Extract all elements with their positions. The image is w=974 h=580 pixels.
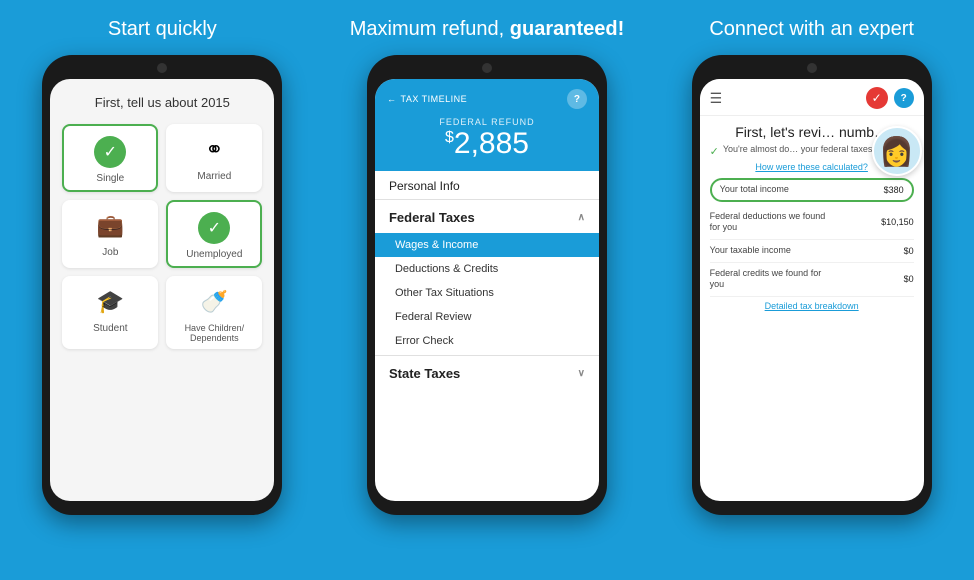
column-2-title: Maximum refund, guaranteed!: [350, 18, 625, 41]
column-start-quickly: Start quickly First, tell us about 2015 …: [2, 0, 322, 515]
grad-icon: 🎓: [94, 286, 126, 318]
deductions-credits-item[interactable]: Deductions & Credits: [375, 257, 599, 281]
phone-3: ☰ ✓ ? 👩 First, let's revi… numb… ✓ You'r…: [692, 55, 932, 515]
review-row-taxable-income: Your taxable income $0: [710, 240, 914, 263]
refund-amount: $2,885: [387, 129, 587, 159]
review-row-deductions: Federal deductions we found for you $10,…: [710, 206, 914, 240]
total-income-value: $380: [884, 185, 904, 195]
review-row-total-income: Your total income $380: [710, 178, 914, 202]
refund-label: FEDERAL REFUND: [387, 117, 587, 127]
timeline-personal-info[interactable]: Personal Info: [375, 171, 599, 197]
status-label-unemployed: Unemployed: [186, 249, 242, 260]
rings-icon: ⚭: [198, 134, 230, 166]
header-icons: ✓ ?: [866, 87, 914, 109]
nav-back-label: TAX TIMELINE: [400, 94, 467, 104]
phone-2-screen: ← TAX TIMELINE ? FEDERAL REFUND $2,885 P…: [375, 79, 599, 501]
check-icon-unemployed: ✓: [198, 212, 230, 244]
refund-symbol: $: [445, 129, 454, 146]
phone-3-body: 👩 First, let's revi… numb… ✓ You're almo…: [700, 116, 924, 501]
phone-1-camera: [157, 63, 167, 73]
help-button-2[interactable]: ?: [894, 88, 914, 108]
expert-avatar: 👩: [872, 126, 922, 176]
total-income-label: Your total income: [720, 184, 789, 196]
status-grid: ✓ Single ⚭ Married 💼 Job ✓ Unemployed: [62, 124, 262, 349]
status-label-single: Single: [96, 173, 124, 184]
federal-taxes-header[interactable]: Federal Taxes ∧: [375, 202, 599, 233]
chevron-down-icon: ∨: [578, 368, 585, 379]
status-card-job[interactable]: 💼 Job: [62, 200, 158, 268]
briefcase-icon: 💼: [94, 210, 126, 242]
chevron-up-icon: ∧: [578, 212, 585, 223]
column-3-title: Connect with an expert: [709, 18, 914, 41]
deductions-value: $10,150: [881, 217, 914, 227]
other-tax-item[interactable]: Other Tax Situations: [375, 281, 599, 305]
wages-income-item[interactable]: Wages & Income: [375, 233, 599, 257]
expert-person-icon: 👩: [879, 135, 914, 168]
help-button[interactable]: ?: [567, 89, 587, 109]
phone-3-screen: ☰ ✓ ? 👩 First, let's revi… numb… ✓ You'r…: [700, 79, 924, 501]
hamburger-icon[interactable]: ☰: [710, 90, 723, 107]
phone-3-header: ☰ ✓ ?: [700, 79, 924, 116]
phone-1: First, tell us about 2015 ✓ Single ⚭ Mar…: [42, 55, 282, 515]
status-label-student: Student: [93, 323, 127, 334]
status-label-job: Job: [102, 247, 118, 258]
column-connect-expert: Connect with an expert ☰ ✓ ? 👩 First, le…: [652, 0, 972, 515]
deductions-label: Federal deductions we found for you: [710, 211, 832, 234]
status-card-student[interactable]: 🎓 Student: [62, 276, 158, 349]
status-label-married: Married: [197, 171, 231, 182]
phone-2: ← TAX TIMELINE ? FEDERAL REFUND $2,885 P…: [367, 55, 607, 515]
phone-1-header: First, tell us about 2015: [62, 95, 262, 110]
phone-2-nav: ← TAX TIMELINE ?: [387, 89, 587, 109]
federal-taxes-label: Federal Taxes: [389, 210, 475, 225]
error-check-item[interactable]: Error Check: [375, 329, 599, 353]
column-max-refund: Maximum refund, guaranteed! ← TAX TIMELI…: [327, 0, 647, 515]
detailed-breakdown-link[interactable]: Detailed tax breakdown: [710, 301, 914, 311]
taxable-income-value: $0: [904, 246, 914, 256]
credits-label: Federal credits we found for you: [710, 268, 832, 291]
status-card-children[interactable]: 🍼 Have Children/ Dependents: [166, 276, 262, 349]
column-1-title: Start quickly: [108, 18, 217, 41]
phone-2-body: Personal Info Federal Taxes ∧ Wages & In…: [375, 171, 599, 501]
check-icon-review: ✓: [710, 145, 719, 158]
phone-2-camera: [482, 63, 492, 73]
status-label-children: Have Children/ Dependents: [172, 323, 256, 343]
state-taxes-label: State Taxes: [389, 366, 460, 381]
taxable-income-label: Your taxable income: [710, 245, 791, 257]
stroller-icon: 🍼: [198, 286, 230, 318]
phone-1-screen: First, tell us about 2015 ✓ Single ⚭ Mar…: [50, 79, 274, 501]
review-row-credits: Federal credits we found for you $0: [710, 263, 914, 297]
status-card-unemployed[interactable]: ✓ Unemployed: [166, 200, 262, 268]
divider-1: [375, 199, 599, 200]
phone-3-camera: [807, 63, 817, 73]
divider-2: [375, 355, 599, 356]
column-2-title-text: Maximum refund, guaranteed!: [350, 18, 625, 40]
back-button[interactable]: ← TAX TIMELINE: [387, 94, 467, 104]
check-icon-single: ✓: [94, 136, 126, 168]
status-card-married[interactable]: ⚭ Married: [166, 124, 262, 192]
credits-value: $0: [904, 274, 914, 284]
status-card-single[interactable]: ✓ Single: [62, 124, 158, 192]
state-taxes-header[interactable]: State Taxes ∨: [375, 358, 599, 389]
phone-2-header: ← TAX TIMELINE ? FEDERAL REFUND $2,885: [375, 79, 599, 171]
federal-review-item[interactable]: Federal Review: [375, 305, 599, 329]
turbotax-logo-icon: ✓: [866, 87, 888, 109]
back-arrow-icon: ←: [387, 94, 397, 104]
